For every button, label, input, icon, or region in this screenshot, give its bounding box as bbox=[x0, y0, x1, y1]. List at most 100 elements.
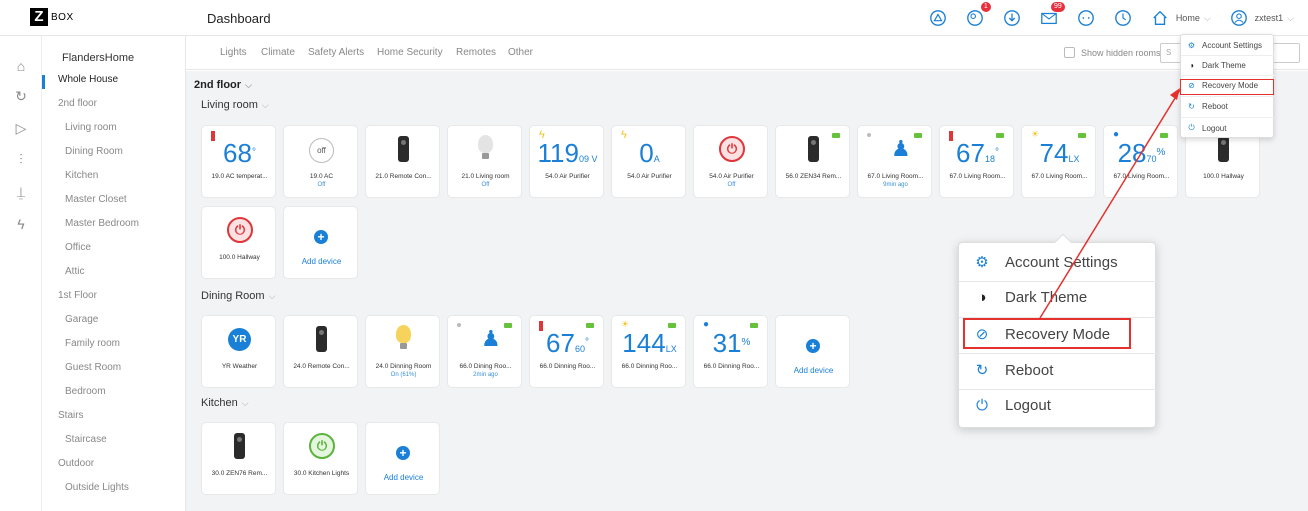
reboot-icon: ↻ bbox=[1188, 102, 1195, 111]
device-status: 9min ago bbox=[883, 182, 908, 188]
history-icon[interactable]: ↻ bbox=[12, 88, 30, 106]
add-device-card[interactable]: + Add device bbox=[775, 315, 850, 388]
device-card-living-humidity[interactable]: ● 2870% 67.0 Living Room... bbox=[1103, 125, 1178, 198]
device-card-current[interactable]: ϟ 0A 54.0 Air Purifier bbox=[611, 125, 686, 198]
zoom-account-settings[interactable]: ⚙ Account Settings bbox=[973, 253, 1118, 272]
sidebar-item[interactable]: Master Closet bbox=[65, 194, 127, 205]
device-card-zen34[interactable]: 56.0 ZEN34 Rem... bbox=[775, 125, 850, 198]
zoom-logout[interactable]: ⏻ Logout bbox=[973, 397, 1051, 414]
sidebar-item[interactable]: Outdoor bbox=[58, 458, 94, 469]
sidebar-item[interactable]: Bedroom bbox=[65, 386, 106, 397]
add-icon: + bbox=[806, 339, 820, 353]
tab-remotes[interactable]: Remotes bbox=[456, 47, 496, 58]
sidebar-item[interactable]: Whole House bbox=[58, 74, 118, 85]
device-card-kitchen-lights[interactable]: ⏻ 30.0 Kitchen Lights bbox=[283, 422, 358, 495]
device-card-purifier-switch[interactable]: ⏻ 54.0 Air Purifier Off bbox=[693, 125, 768, 198]
power-icon[interactable]: ⏻ bbox=[309, 433, 335, 459]
alarm-icon[interactable]: ⍊ bbox=[12, 184, 30, 202]
menu-item-label: Account Settings bbox=[1005, 253, 1118, 271]
room-title-living[interactable]: Living room ⌵ bbox=[201, 99, 269, 111]
menu-divider bbox=[959, 389, 1157, 390]
sidebar-item[interactable]: Stairs bbox=[58, 410, 84, 421]
sidebar-item[interactable]: Living room bbox=[65, 122, 117, 133]
add-device-card[interactable]: + Add device bbox=[365, 422, 440, 495]
sidebar-item[interactable]: Office bbox=[65, 242, 91, 253]
home-selector[interactable]: Home ⌵ bbox=[1176, 13, 1211, 24]
device-card-dining-remote[interactable]: 24.0 Remote Con... bbox=[283, 315, 358, 388]
download-icon[interactable] bbox=[1002, 8, 1022, 28]
device-card-ac-temp[interactable]: 68° 19.0 AC temperat... bbox=[201, 125, 276, 198]
sidebar-item[interactable]: Attic bbox=[65, 266, 84, 277]
chevron-down-icon: ⌵ bbox=[245, 80, 252, 90]
device-card-voltage[interactable]: ϟ 11909 V 54.0 Air Purifier bbox=[529, 125, 604, 198]
device-card-dining-light[interactable]: 24.0 Dinning Room On (61%) bbox=[365, 315, 440, 388]
device-label: 24.0 Dinning Room bbox=[375, 363, 432, 370]
menu-reboot[interactable]: ↻ Reboot bbox=[1187, 102, 1228, 111]
menu-logout[interactable]: ⏻ Logout bbox=[1187, 123, 1226, 133]
menu-account-settings[interactable]: ⚙ Account Settings bbox=[1187, 41, 1262, 50]
page-title: Dashboard bbox=[207, 11, 271, 26]
sidebar-item[interactable]: Kitchen bbox=[65, 170, 98, 181]
remote-icon bbox=[316, 326, 327, 352]
users-icon[interactable]: 1 bbox=[965, 2, 991, 28]
device-card-hallway-switch[interactable]: ⏻ 100.0 Hallway bbox=[201, 206, 276, 279]
energy-icon[interactable]: ϟ bbox=[12, 216, 30, 234]
security-mode-icon[interactable] bbox=[928, 8, 948, 28]
zbox-logo[interactable]: Z BOX bbox=[30, 8, 74, 26]
sidebar-item[interactable]: Dining Room bbox=[65, 146, 123, 157]
device-card-dining-humidity[interactable]: ● 31% 66.0 Dinning Roo... bbox=[693, 315, 768, 388]
room-title-kitchen[interactable]: Kitchen ⌵ bbox=[201, 397, 249, 409]
power-icon: ⏻ bbox=[976, 397, 988, 414]
device-card-living-temp[interactable]: 6718° 67.0 Living Room... bbox=[939, 125, 1014, 198]
sidebar-item[interactable]: Outside Lights bbox=[65, 482, 129, 493]
device-card-remote[interactable]: 21.0 Remote Con... bbox=[365, 125, 440, 198]
play-icon[interactable]: ▷ bbox=[12, 120, 30, 138]
device-card-zen76[interactable]: 30.0 ZEN76 Rem... bbox=[201, 422, 276, 495]
device-label: 100.0 Hallway bbox=[1203, 173, 1244, 180]
tab-climate[interactable]: Climate bbox=[261, 47, 295, 58]
user-avatar-icon[interactable] bbox=[1229, 8, 1249, 28]
clock-icon[interactable] bbox=[1113, 8, 1133, 28]
device-card-living-lux[interactable]: ☀ 74LX 67.0 Living Room... bbox=[1021, 125, 1096, 198]
ac-power-toggle[interactable]: off bbox=[309, 138, 334, 163]
sidebar-item[interactable]: Garage bbox=[65, 314, 98, 325]
device-card-living-light[interactable]: 21.0 Living room Off bbox=[447, 125, 522, 198]
device-card-dining-motion[interactable]: ♟ 66.0 Dining Roo... 2min ago bbox=[447, 315, 522, 388]
voltage-value: 11909 V bbox=[537, 138, 598, 168]
chat-icon[interactable] bbox=[1076, 8, 1096, 28]
room-title-dining[interactable]: Dining Room ⌵ bbox=[201, 290, 275, 302]
tab-safety-alerts[interactable]: Safety Alerts bbox=[308, 47, 364, 58]
tab-other[interactable]: Other bbox=[508, 47, 533, 58]
sidebar-item[interactable]: Family room bbox=[65, 338, 120, 349]
sidebar-item[interactable]: 2nd floor bbox=[58, 98, 97, 109]
device-card-yr-weather[interactable]: YR YR Weather bbox=[201, 315, 276, 388]
home-icon[interactable] bbox=[1150, 8, 1170, 28]
menu-item-label: Logout bbox=[1005, 397, 1051, 414]
zoom-reboot[interactable]: ↻ Reboot bbox=[973, 361, 1054, 380]
show-hidden-label: Show hidden rooms bbox=[1081, 47, 1161, 58]
bulb-icon bbox=[478, 135, 493, 159]
device-card-ac[interactable]: off 19.0 AC Off bbox=[283, 125, 358, 198]
sidebar-item[interactable]: Guest Room bbox=[65, 362, 121, 373]
device-card-dining-temp[interactable]: 6760° 66.0 Dinning Roo... bbox=[529, 315, 604, 388]
sidebar-item[interactable]: 1st Floor bbox=[58, 290, 97, 301]
category-tabs: Lights Climate Safety Alerts Home Securi… bbox=[186, 36, 1308, 70]
tab-home-security[interactable]: Home Security bbox=[377, 47, 443, 58]
user-selector[interactable]: zxtest1 ⌵ bbox=[1255, 13, 1294, 24]
zoom-dark-theme[interactable]: ◑ Dark Theme bbox=[973, 289, 1087, 306]
sidebar-item[interactable]: Master Bedroom bbox=[65, 218, 139, 229]
device-card-motion[interactable]: ♟ 67.0 Living Room... 9min ago bbox=[857, 125, 932, 198]
show-hidden-rooms[interactable]: Show hidden rooms bbox=[1064, 47, 1161, 58]
tab-lights[interactable]: Lights bbox=[220, 47, 247, 58]
power-icon[interactable]: ⏻ bbox=[719, 136, 745, 162]
show-hidden-checkbox[interactable] bbox=[1064, 47, 1075, 58]
sidebar-item[interactable]: Staircase bbox=[65, 434, 107, 445]
floor-title[interactable]: 2nd floor ⌵ bbox=[194, 79, 252, 91]
add-device-card[interactable]: + Add device bbox=[283, 206, 358, 279]
chart-icon[interactable]: ⫶ bbox=[12, 151, 30, 169]
mail-icon[interactable]: 99 bbox=[1039, 2, 1065, 28]
menu-dark-theme[interactable]: ◑ Dark Theme bbox=[1187, 61, 1246, 70]
home-icon[interactable]: ⌂ bbox=[12, 58, 30, 76]
power-icon[interactable]: ⏻ bbox=[227, 217, 253, 243]
device-card-dining-lux[interactable]: ☀ 144LX 66.0 Dinning Roo... bbox=[611, 315, 686, 388]
